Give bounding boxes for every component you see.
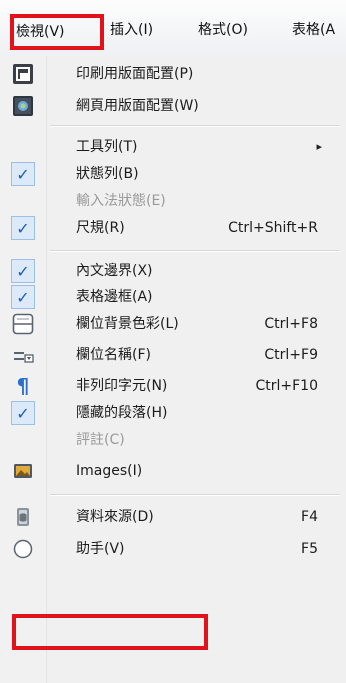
menu-item-label: 尺規(R) (76, 220, 125, 236)
images-icon (11, 459, 35, 483)
menu-insert[interactable]: 插入(I) (110, 0, 153, 56)
menu-item-field-names[interactable]: 欄位名稱(F) Ctrl+F9 (0, 340, 346, 370)
print-layout-icon (11, 62, 35, 86)
shortcut-label: Ctrl+F8 (264, 316, 318, 332)
checkmark-icon: ✓ (11, 259, 35, 283)
menu-item-images[interactable]: Images(I) (0, 456, 346, 486)
menu-item-label: 狀態列(B) (76, 166, 139, 182)
menu-item-status-bar[interactable]: ✓ 狀態列(B) (0, 159, 346, 189)
menu-item-label: 輸入法狀態(E) (76, 193, 166, 209)
menu-item-label: 評註(C) (76, 432, 125, 448)
menu-item-table-boundaries[interactable]: ✓ 表格邊框(A) (0, 282, 346, 312)
menu-item-navigator[interactable]: 助手(V) F5 (0, 534, 346, 564)
field-shading-icon (11, 312, 35, 336)
menu-item-print-layout[interactable]: 印刷用版面配置(P) (0, 59, 346, 89)
menu-item-data-sources[interactable]: 資料來源(D) F4 (0, 502, 346, 532)
menu-item-label: 欄位背景色彩(L) (76, 316, 179, 332)
menu-item-label: 非列印字元(N) (76, 378, 168, 394)
checkmark-icon: ✓ (11, 162, 35, 186)
menu-item-input-method-status: 輸入法狀態(E) (0, 186, 346, 216)
menu-item-label: Images(I) (76, 463, 143, 479)
menubar: 檢視(V) 插入(I) 格式(O) 表格(A (0, 0, 346, 57)
menu-item-label: 網頁用版面配置(W) (76, 98, 199, 114)
web-layout-icon (11, 94, 35, 118)
shortcut-label: Ctrl+F10 (255, 378, 318, 394)
menu-item-toolbars[interactable]: 工具列(T) ▸ (0, 132, 346, 162)
data-sources-icon (11, 505, 35, 529)
shortcut-label: F4 (301, 509, 318, 525)
menu-item-label: 印刷用版面配置(P) (76, 66, 194, 82)
shortcut-label: Ctrl+F9 (264, 347, 318, 363)
menu-format[interactable]: 格式(O) (198, 0, 248, 56)
shortcut-label: Ctrl+Shift+R (228, 220, 318, 236)
menu-item-web-layout[interactable]: 網頁用版面配置(W) (0, 91, 346, 121)
menu-separator (50, 125, 340, 127)
menu-item-comments: 評註(C) (0, 425, 346, 455)
menu-item-formatting-marks[interactable]: ¶ 非列印字元(N) Ctrl+F10 (0, 371, 346, 401)
field-names-icon (11, 343, 35, 367)
menu-item-label: 資料來源(D) (76, 509, 154, 525)
menu-item-label: 欄位名稱(F) (76, 347, 151, 363)
menu-item-label: 隱藏的段落(H) (76, 405, 168, 421)
menu-table[interactable]: 表格(A (292, 0, 335, 56)
shortcut-label: F5 (301, 541, 318, 557)
checkmark-icon: ✓ (11, 401, 35, 425)
menu-item-hidden-paragraphs[interactable]: ✓ 隱藏的段落(H) (0, 398, 346, 428)
menu-separator (50, 250, 340, 252)
menu-item-rulers[interactable]: ✓ 尺規(R) Ctrl+Shift+R (0, 213, 346, 243)
menu-separator (50, 494, 340, 496)
view-dropdown-menu: 印刷用版面配置(P) 網頁用版面配置(W) 工具列(T) ▸ ✓ 狀態列(B) … (0, 56, 346, 683)
menu-item-label: 助手(V) (76, 541, 125, 557)
navigator-icon (11, 537, 35, 561)
menu-view[interactable]: 檢視(V) (12, 14, 69, 48)
menu-item-label: 表格邊框(A) (76, 289, 153, 305)
menu-item-field-shading[interactable]: 欄位背景色彩(L) Ctrl+F8 (0, 309, 346, 339)
menu-item-label: 工具列(T) (76, 139, 138, 155)
pilcrow-icon: ¶ (16, 374, 30, 398)
checkmark-icon: ✓ (11, 285, 35, 309)
submenu-arrow-icon: ▸ (316, 140, 322, 153)
checkmark-icon: ✓ (11, 216, 35, 240)
